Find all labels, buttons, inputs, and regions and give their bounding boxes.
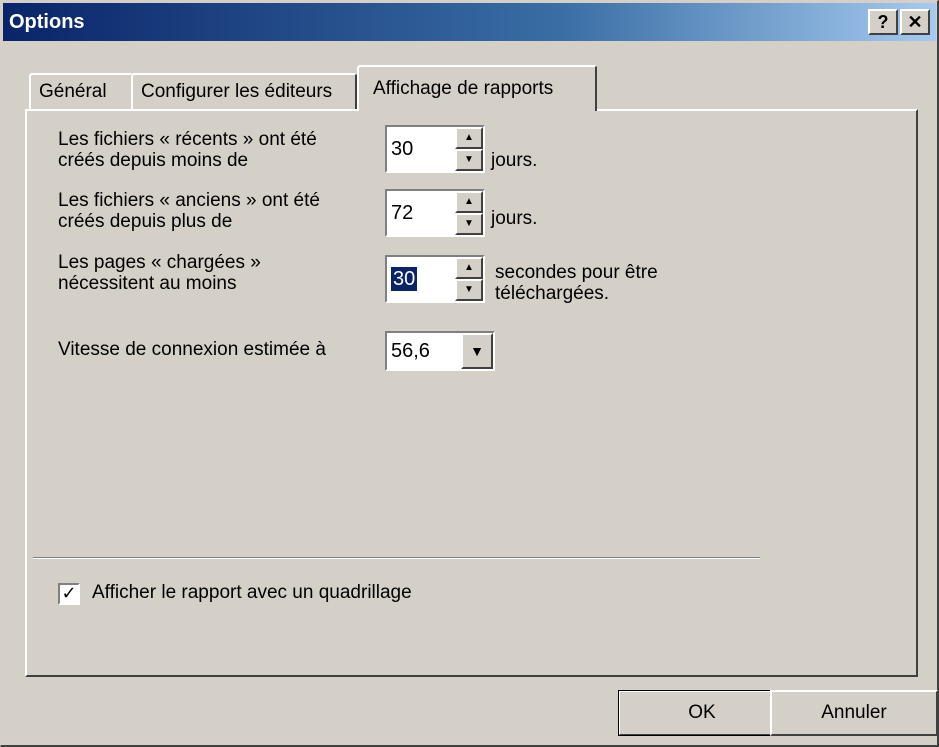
- old-unit: jours.: [491, 208, 538, 229]
- close-button[interactable]: ✕: [900, 9, 930, 35]
- old-files-label: Les fichiers « anciens » ont été créés d…: [58, 190, 320, 232]
- loaded-pages-label: Les pages « chargées » nécessitent au mo…: [58, 252, 261, 294]
- loaded-seconds-spinner[interactable]: 30 ▲ ▼: [385, 255, 485, 303]
- old-files-label-line1: Les fichiers « anciens » ont été: [58, 190, 320, 211]
- loaded-unit: secondes pour être téléchargées.: [495, 262, 658, 304]
- chevron-down-icon[interactable]: ▼: [461, 333, 493, 369]
- recent-files-label-line1: Les fichiers « récents » ont été: [58, 129, 317, 150]
- tab-configure-editors-label: Configurer les éditeurs: [141, 81, 333, 102]
- old-files-label-line2: créés depuis plus de: [58, 211, 233, 232]
- options-dialog: Options ? ✕ Général Configurer les édite…: [0, 0, 939, 747]
- spin-up-icon[interactable]: ▲: [455, 257, 483, 279]
- spin-down-icon[interactable]: ▼: [455, 149, 483, 171]
- loaded-pages-label-line2: nécessitent au moins: [58, 273, 237, 294]
- tab-configure-editors[interactable]: Configurer les éditeurs: [131, 73, 357, 109]
- loaded-spin-buttons: ▲ ▼: [455, 257, 483, 301]
- recent-days-spinner[interactable]: 30 ▲ ▼: [385, 125, 485, 173]
- ok-button-label: OK: [688, 702, 716, 723]
- tab-general[interactable]: Général: [29, 73, 133, 109]
- spin-down-icon[interactable]: ▼: [455, 279, 483, 301]
- tab-report-display-label: Affichage de rapports: [373, 78, 554, 99]
- connection-speed-select[interactable]: 56,6 ▼: [385, 331, 495, 371]
- connection-speed-label: Vitesse de connexion estimée à: [58, 339, 326, 360]
- title-bar[interactable]: Options ? ✕: [3, 3, 936, 41]
- recent-days-value[interactable]: 30: [391, 137, 413, 161]
- old-days-spinner[interactable]: 72 ▲ ▼: [385, 189, 485, 237]
- loaded-unit-line1: secondes pour être: [495, 262, 658, 283]
- old-days-value[interactable]: 72: [391, 201, 413, 225]
- recent-files-label-line2: créés depuis moins de: [58, 150, 249, 171]
- cancel-button-label: Annuler: [821, 702, 887, 723]
- tab-general-label: Général: [39, 81, 107, 102]
- separator: [33, 557, 760, 559]
- recent-files-label: Les fichiers « récents » ont été créés d…: [58, 129, 317, 171]
- spin-up-icon[interactable]: ▲: [455, 127, 483, 149]
- spin-down-icon[interactable]: ▼: [455, 213, 483, 235]
- spin-up-icon[interactable]: ▲: [455, 191, 483, 213]
- window-title: Options: [9, 10, 85, 33]
- connection-speed-value: 56,6: [391, 340, 430, 362]
- cancel-button[interactable]: Annuler: [770, 690, 938, 736]
- recent-spin-buttons: ▲ ▼: [455, 127, 483, 171]
- recent-unit: jours.: [491, 150, 538, 171]
- tab-report-display[interactable]: Affichage de rapports: [357, 65, 597, 111]
- gridlines-label[interactable]: Afficher le rapport avec un quadrillage: [92, 582, 412, 603]
- help-button[interactable]: ?: [868, 9, 898, 35]
- loaded-seconds-value[interactable]: 30: [391, 267, 418, 291]
- ok-button[interactable]: OK: [618, 690, 786, 736]
- gridlines-checkbox[interactable]: ✓: [58, 583, 80, 605]
- old-spin-buttons: ▲ ▼: [455, 191, 483, 235]
- loaded-pages-label-line1: Les pages « chargées »: [58, 252, 261, 273]
- loaded-unit-line2: téléchargées.: [495, 283, 610, 304]
